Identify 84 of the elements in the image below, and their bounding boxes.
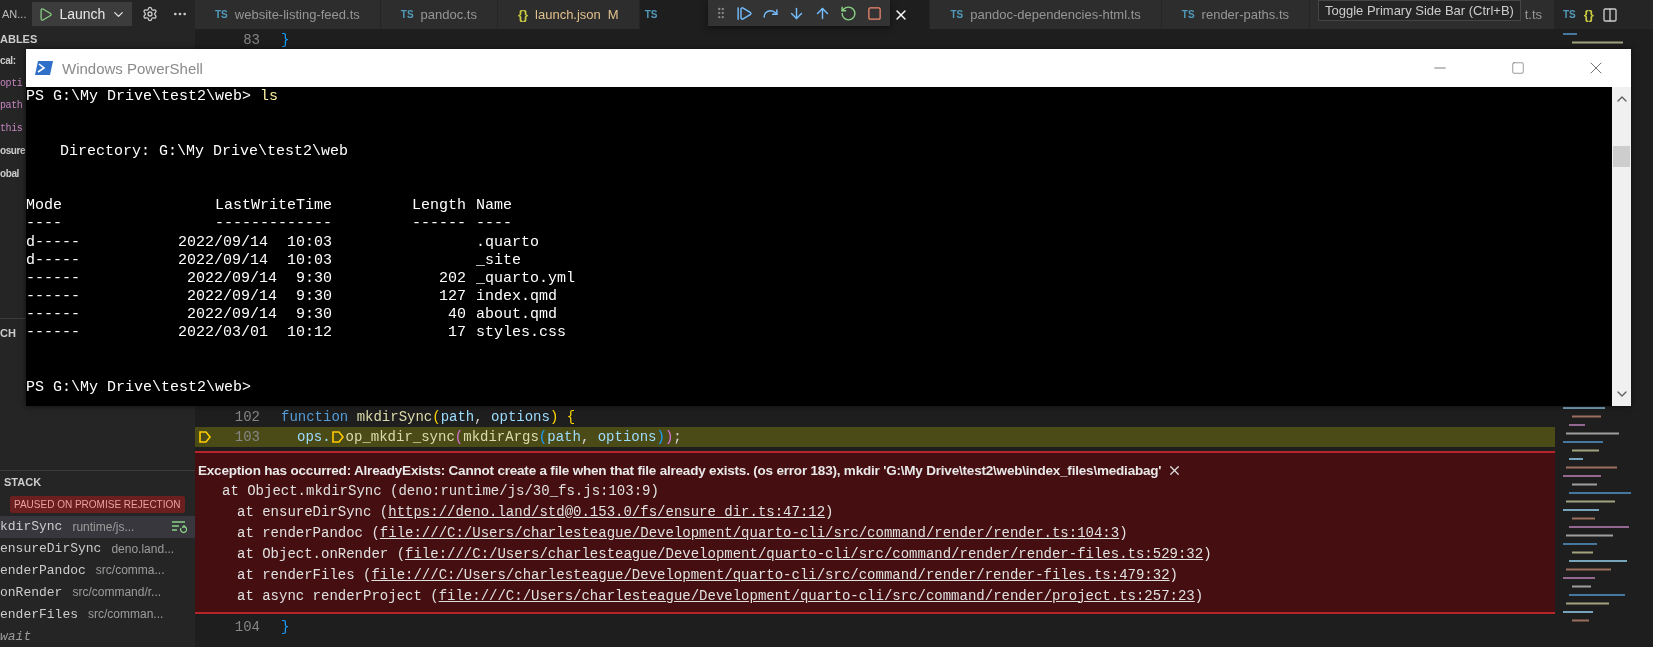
code-line: function mkdirSync(path, options) { (281, 409, 576, 425)
terminal-text: Directory: G:\My Drive\test2\web (59, 142, 349, 161)
section-header[interactable]: STACK (0, 476, 42, 489)
terminal-cell: d----- (26, 233, 80, 252)
terminal-cell: ------ (26, 306, 80, 325)
terminal-cell-text: index.qmd (475, 288, 557, 307)
scope-label[interactable]: obal (0, 167, 19, 179)
terminal-cell: ------ (26, 269, 80, 289)
terminal-cell: 40 (448, 306, 466, 325)
terminal-cell: 127 (439, 288, 466, 307)
stack-trace-line: at ensureDirSync (https://deno.land/std@0.153.0/fs/ensure_dir.ts:47:12) (236, 502, 835, 522)
stack-trace-line: at Object.onRender (file:///C:/Users/charlesteague/Development/quarto-cli/src/command/render/render-files.ts:529:32) (236, 544, 1213, 564)
variable-name[interactable]: this (0, 122, 23, 134)
terminal-cell: 2022/09/14 9:30 (186, 306, 332, 325)
source-link[interactable]: file:///C:/Users/charlesteague/Development/quarto-cli/src/command/render/render-files.ts:529:32 (405, 545, 1204, 562)
line-number: 83 (243, 32, 260, 48)
editor-tab[interactable]: TS (1563, 9, 1576, 20)
tooltip: Toggle Primary Side Bar (Ctrl+B) (1318, 0, 1521, 21)
terminal-prompt: PS G:\My Drive\test2\web> (26, 88, 252, 107)
column-header: ------ (412, 215, 466, 234)
line-number: 103 (234, 429, 260, 445)
window-title: Windows PowerShell (62, 59, 204, 77)
terminal-cell: 2022/09/14 9:30 (186, 288, 332, 307)
terminal-command: ls (260, 88, 279, 107)
scope-label[interactable]: cal: (0, 55, 16, 67)
column-header: Mode (26, 197, 62, 216)
code-line: } (281, 32, 290, 48)
tab-icon[interactable]: TS (644, 9, 658, 20)
stack-trace-line: at renderPandoc (file:///C:/Users/charlesteague/Development/quarto-cli/src/command/render/render.ts:104:3) (236, 523, 1129, 543)
terminal-cell-text: about.qmd (475, 306, 557, 325)
terminal-cell: 202 (439, 269, 466, 289)
stack-frame[interactable]: enderFiles src/comman... (0, 603, 195, 626)
terminal-cell: 17 (448, 324, 466, 343)
variable-name[interactable]: opti (0, 77, 23, 89)
stack-frame[interactable]: onRender src/command/r... (0, 581, 195, 604)
variable-name[interactable]: path (0, 100, 23, 112)
column-header: LastWriteTime (214, 197, 332, 216)
sidebar-title: AN... (2, 8, 27, 21)
launch-dropdown[interactable]: Launch (32, 2, 133, 27)
exception-message: Exception has occurred: AlreadyExists: Cannot create a file when that file already exists. (os error 183), mkdir 'G:\My Drive\test2\web\index_files\mediabag' (198, 462, 1162, 478)
stack-frame[interactable]: ensureDirSync deno.land... (0, 537, 195, 560)
tab-label[interactable]: t.ts (1524, 7, 1542, 22)
code-line: ops. (297, 429, 331, 445)
editor-tab[interactable]: {} (1583, 7, 1594, 22)
terminal-cell: d----- (26, 251, 80, 270)
section-header[interactable]: ABLES (0, 33, 38, 46)
stack-trace-line: at renderFiles (file:///C:/Users/charlesteague/Development/quarto-cli/src/command/render/render-files.ts:479:32) (236, 565, 1179, 585)
column-header: Name (475, 197, 512, 216)
column-header: ---- (26, 215, 62, 234)
editor-tab[interactable]: TS render-paths.ts (1161, 0, 1311, 29)
terminal-cell: 2022/09/14 10:03 (177, 233, 332, 252)
terminal-prompt: PS G:\My Drive\test2\web> (26, 379, 252, 398)
source-link[interactable]: file:///C:/Users/charlesteague/Development/quarto-cli/src/command/render/render-files.ts:479:32 (371, 566, 1170, 583)
source-link[interactable]: file:///C:/Users/charlesteague/Development/quarto-cli/src/command/render/project.ts:257:23 (438, 587, 1195, 604)
code-line: op_mkdir_sync(mkdirArgs(path, options)); (345, 429, 682, 445)
terminal-cell-text: _quarto.yml (475, 269, 576, 289)
editor-tab[interactable]: TS website-listing-feed.ts (195, 0, 381, 29)
column-header: ---- (475, 215, 512, 234)
editor-tab[interactable]: TS pandoc.ts (380, 0, 498, 29)
stack-frame[interactable]: enderPandoc src/comma... (0, 559, 195, 582)
editor-tab[interactable]: TS pandoc-dependencies-html.ts (930, 0, 1162, 29)
terminal-cell-text: .quarto (475, 233, 539, 252)
stack-frame[interactable]: kdirSync runtime/js... (0, 515, 195, 538)
stack-trace-line: at Object.mkdirSync (deno:runtime/js/30_fs.js:103:9) (221, 481, 660, 501)
terminal-cell-text: _site (475, 251, 521, 270)
source-link[interactable]: file:///C:/Users/charlesteague/Development/quarto-cli/src/command/render/render.ts:104:3 (379, 524, 1120, 541)
terminal-cell: 2022/09/14 9:30 (186, 269, 332, 289)
editor-tab[interactable]: {} launch.json M (497, 0, 640, 29)
column-header: ------------- (214, 215, 332, 234)
terminal-cell: ------ (26, 288, 80, 307)
code-line: } (281, 619, 290, 635)
source-link[interactable]: https://deno.land/std@0.153.0/fs/ensure_dir.ts:47:12 (388, 503, 826, 520)
stack-trace-line: at async renderProject (file:///C:/Users/charlesteague/Development/quarto-cli/src/command/render/project.ts:257:23) (236, 586, 1205, 606)
paused-status-badge: PAUSED ON PROMISE REJECTION (10, 495, 185, 513)
stack-frame[interactable]: wait (0, 625, 195, 647)
section-header[interactable]: CH (0, 326, 16, 339)
column-header: Length (412, 197, 466, 216)
terminal-cell-text: styles.css (475, 324, 566, 343)
scope-label[interactable]: osure (0, 145, 26, 157)
terminal-cell: ------ (26, 324, 80, 343)
line-number: 102 (234, 409, 260, 425)
terminal-cell: 2022/03/01 10:12 (177, 324, 332, 343)
terminal-cell: 2022/09/14 10:03 (177, 251, 332, 270)
line-number: 104 (234, 619, 260, 635)
